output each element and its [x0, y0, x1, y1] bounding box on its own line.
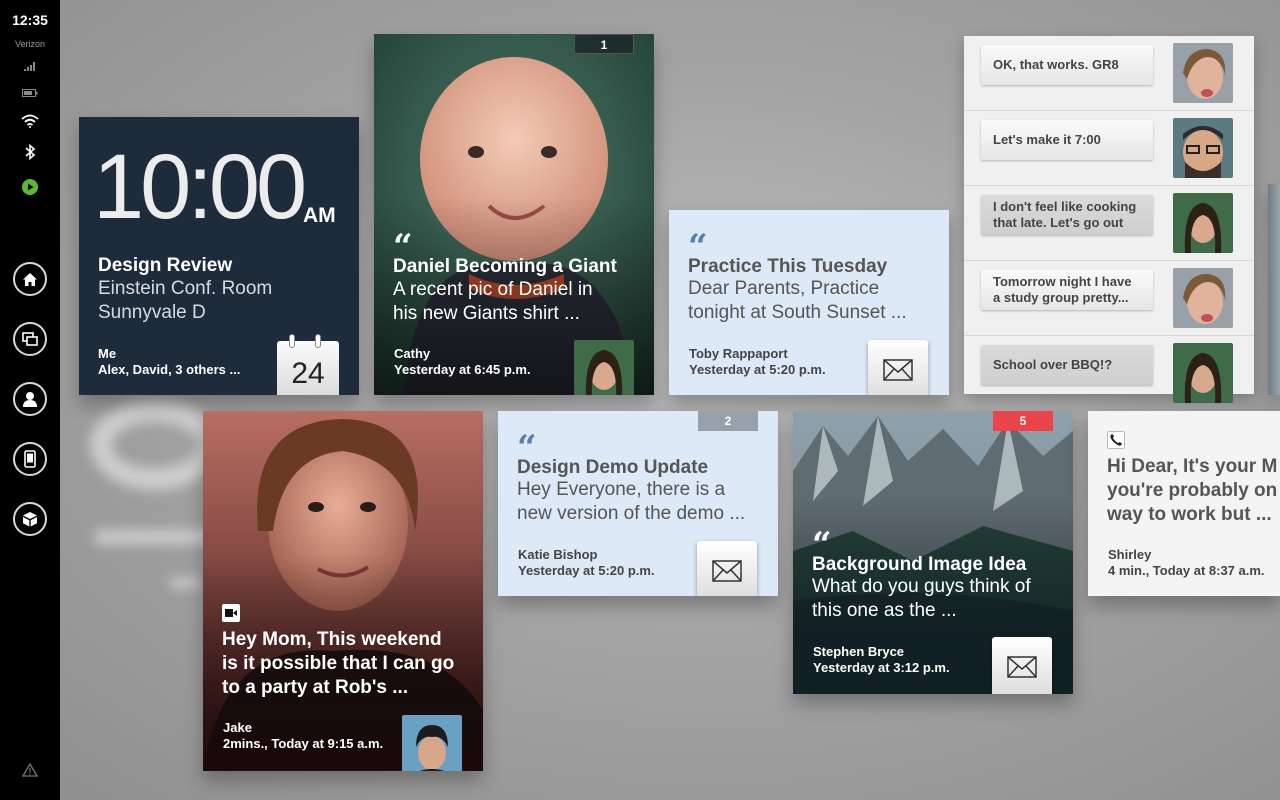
post-title: Daniel Becoming a Giant — [393, 256, 617, 277]
event-attendees: Alex, David, 3 others ... — [98, 362, 241, 377]
windows-icon — [22, 332, 38, 346]
post-timestamp: Yesterday at 3:12 p.m. — [813, 660, 950, 675]
post-sender: Stephen Bryce — [813, 644, 905, 659]
voicemail-card-shirley[interactable]: Hi Dear, It's your M you're probably on … — [1088, 411, 1280, 596]
message-sender: Katie Bishop — [518, 547, 598, 562]
play-status-icon[interactable] — [0, 179, 60, 195]
status-carrier: Verizon — [14, 39, 46, 49]
voicemail-sender: Shirley — [1108, 547, 1152, 562]
chat-bubble: OK, that works. GR8 — [981, 45, 1153, 85]
message-card-design-demo[interactable]: 2 “ Design Demo Update Hey Everyone, the… — [498, 411, 778, 596]
avatar-chat-cathy — [1173, 193, 1233, 253]
chat-conversation-panel: OK, that works. GR8 Let's make it 7:00 I… — [964, 36, 1254, 403]
envelope-icon — [1007, 656, 1037, 678]
envelope-icon — [883, 359, 913, 381]
home-icon — [23, 272, 37, 286]
video-icon — [222, 604, 240, 622]
event-location-detail: Sunnyvale D — [98, 302, 206, 323]
chat-message-row[interactable]: Let's make it 7:00 — [964, 111, 1254, 186]
avatar-chat-man — [1173, 118, 1233, 178]
contacts-button[interactable] — [13, 382, 47, 416]
post-excerpt: What do you guys think of this one as th… — [812, 576, 1031, 621]
quote-icon: “ — [688, 232, 708, 256]
wifi-icon — [0, 114, 60, 128]
video-message-text: Hey Mom, This weekend is it possible tha… — [222, 629, 455, 698]
calendar-event-card[interactable]: 10:00 AM Design Review Einstein Conf. Ro… — [79, 117, 359, 395]
video-message-timestamp: 2mins., Today at 9:15 a.m. — [223, 736, 384, 751]
event-time: 10:00 — [93, 136, 307, 238]
event-ampm: AM — [303, 204, 336, 227]
status-time: 12:35 — [12, 12, 48, 28]
chat-bubble: I don't feel like cooking that late. Let… — [981, 195, 1153, 235]
message-timestamp: Yesterday at 5:20 p.m. — [518, 563, 655, 578]
chat-message-row[interactable]: OK, that works. GR8 — [964, 36, 1254, 111]
message-card-practice[interactable]: “ Practice This Tuesday Dear Parents, Pr… — [669, 210, 949, 395]
post-sender: Cathy — [394, 346, 431, 361]
calendar-day-number: 24 — [291, 357, 325, 390]
signal-icon — [0, 61, 60, 71]
quote-icon: “ — [517, 433, 537, 457]
avatar-jake[interactable] — [402, 715, 462, 771]
windows-button[interactable] — [13, 322, 47, 356]
home-button[interactable] — [13, 262, 47, 296]
background-blur-glyph — [90, 400, 220, 490]
calendar-ring-icon — [315, 334, 321, 348]
message-sender: Toby Rappaport — [689, 346, 788, 361]
phone-icon — [24, 450, 36, 468]
message-excerpt: Hey Everyone, there is a new version of … — [517, 479, 746, 524]
warning-icon[interactable] — [0, 763, 60, 777]
calendar-day-tile[interactable]: 24 — [277, 334, 339, 395]
voicemail-timestamp: 4 min., Today at 8:37 a.m. — [1108, 563, 1265, 578]
phone-call-icon — [1107, 431, 1125, 449]
photo-post-card-daniel[interactable]: 1 “ Daniel Becoming a Giant A recent pic… — [374, 34, 654, 395]
offscreen-card-edge[interactable] — [1268, 184, 1280, 395]
message-title: Practice This Tuesday — [688, 256, 888, 277]
unread-count-badge: 1 — [574, 34, 634, 54]
chat-bubble: School over BBQ!? — [981, 345, 1153, 385]
sidebar: 12:35 Verizon — [0, 0, 60, 800]
background-blur-line — [170, 578, 200, 588]
photo-post-card-background-idea[interactable]: 5 “ Background Image Idea What do you gu… — [793, 411, 1073, 694]
bluetooth-icon — [0, 143, 60, 161]
unread-count-badge: 2 — [698, 411, 758, 431]
post-timestamp: Yesterday at 6:45 p.m. — [394, 362, 531, 377]
post-title: Background Image Idea — [812, 554, 1027, 575]
box-icon — [23, 512, 37, 527]
envelope-icon — [712, 560, 742, 582]
message-title: Design Demo Update — [517, 457, 709, 478]
quote-icon: “ — [812, 530, 832, 554]
device-button[interactable] — [13, 442, 47, 476]
avatar-cathy[interactable] — [574, 340, 634, 395]
contact-icon — [23, 392, 37, 407]
background-blur-line — [95, 530, 215, 544]
event-title: Design Review — [98, 255, 233, 276]
chat-message-row[interactable]: School over BBQ!? — [964, 336, 1254, 411]
message-timestamp: Yesterday at 5:20 p.m. — [689, 362, 826, 377]
quote-icon: “ — [393, 232, 413, 256]
video-message-sender: Jake — [223, 720, 252, 735]
post-excerpt: A recent pic of Daniel in his new Giants… — [393, 279, 593, 324]
avatar-chat-cathy — [1173, 343, 1233, 403]
event-organizer: Me — [98, 346, 117, 361]
message-excerpt: Dear Parents, Practice tonight at South … — [688, 278, 907, 323]
chat-message-row[interactable]: Tomorrow night I have a study group pret… — [964, 261, 1254, 336]
chat-message-row[interactable]: I don't feel like cooking that late. Let… — [964, 186, 1254, 261]
mail-button[interactable] — [697, 541, 757, 596]
unread-count-badge: 5 — [993, 411, 1053, 431]
battery-icon — [0, 89, 60, 97]
event-location: Einstein Conf. Room — [98, 278, 273, 299]
avatar-chat-girl — [1173, 268, 1233, 328]
avatar-chat-girl — [1173, 43, 1233, 103]
mail-button[interactable] — [868, 340, 928, 395]
mail-button[interactable] — [992, 637, 1052, 694]
apps-button[interactable] — [13, 502, 47, 536]
video-message-card-jake[interactable]: Hey Mom, This weekend is it possible tha… — [203, 411, 483, 771]
calendar-ring-icon — [289, 334, 295, 348]
voicemail-transcript: Hi Dear, It's your M you're probably on … — [1107, 456, 1278, 525]
chat-bubble: Let's make it 7:00 — [981, 120, 1153, 160]
chat-bubble: Tomorrow night I have a study group pret… — [981, 270, 1153, 310]
